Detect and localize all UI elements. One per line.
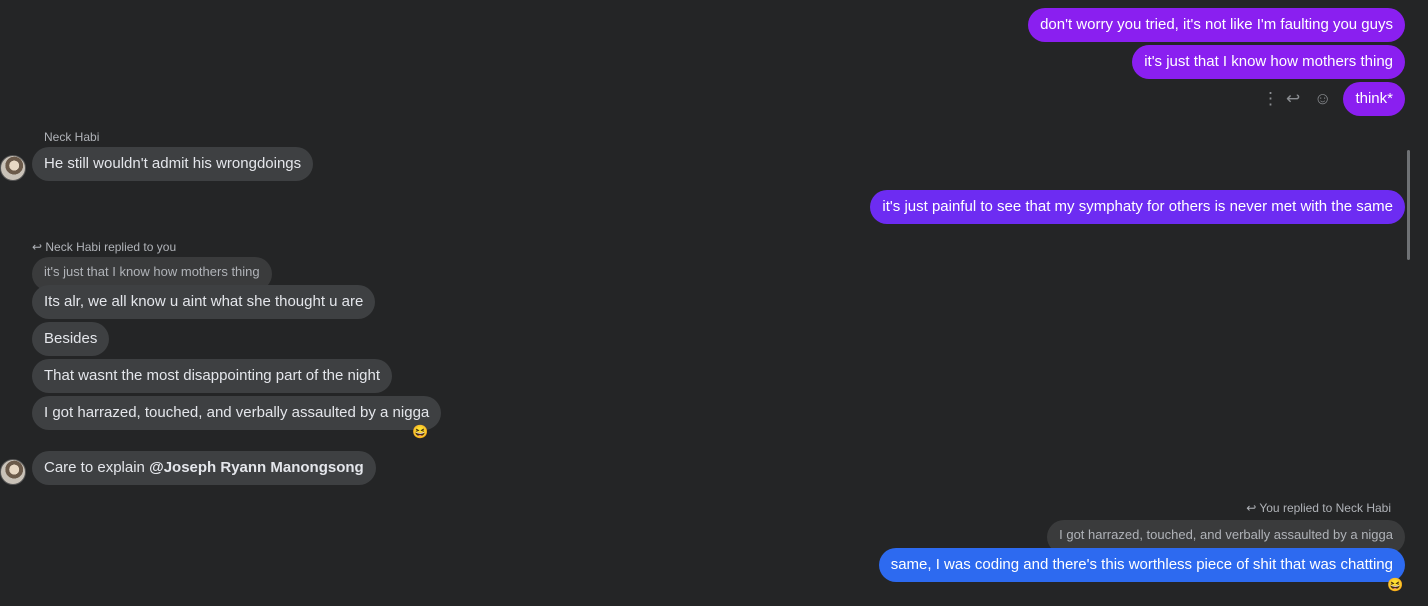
incoming-message[interactable]: Its alr, we all know u aint what she tho… bbox=[32, 285, 376, 319]
smiley-icon[interactable]: ☺ bbox=[1314, 89, 1331, 109]
outgoing-message[interactable]: it's just that I know how mothers thing bbox=[1132, 45, 1405, 79]
more-vertical-icon[interactable]: ⋮ bbox=[1262, 89, 1279, 109]
incoming-message[interactable]: I got harrazed, touched, and verbally as… bbox=[32, 396, 442, 430]
incoming-message[interactable]: That wasnt the most disappointing part o… bbox=[32, 359, 393, 393]
laugh-reaction-icon[interactable]: 😆 bbox=[1387, 577, 1403, 593]
incoming-message[interactable]: Care to explain @Joseph Ryann Manongsong bbox=[32, 451, 376, 485]
outgoing-message[interactable]: think* bbox=[1343, 82, 1405, 116]
outgoing-message[interactable]: same, I was coding and there's this wort… bbox=[878, 548, 1405, 582]
laugh-reaction-icon[interactable]: 😆 bbox=[412, 424, 428, 440]
reply-indicator: ↩ Neck Habi replied to you bbox=[32, 240, 177, 254]
outgoing-message[interactable]: don't worry you tried, it's not like I'm… bbox=[1028, 8, 1405, 42]
incoming-message[interactable]: He still wouldn't admit his wrongdoings bbox=[32, 147, 314, 181]
reply-icon[interactable]: ↩ bbox=[1286, 89, 1300, 109]
avatar[interactable] bbox=[0, 459, 26, 485]
sender-name: Neck Habi bbox=[44, 130, 100, 144]
message-text: Care to explain bbox=[44, 459, 150, 476]
reply-indicator: ↩ You replied to Neck Habi bbox=[1246, 501, 1391, 515]
reply-icon: ↩ bbox=[1246, 501, 1260, 515]
incoming-message[interactable]: Besides bbox=[32, 322, 110, 356]
outgoing-message[interactable]: it's just painful to see that my symphat… bbox=[870, 190, 1405, 224]
scrollbar[interactable] bbox=[1407, 150, 1410, 260]
reply-icon: ↩ bbox=[32, 240, 46, 254]
avatar[interactable] bbox=[0, 155, 26, 181]
mention-link[interactable]: @Joseph Ryann Manongsong bbox=[149, 459, 364, 476]
